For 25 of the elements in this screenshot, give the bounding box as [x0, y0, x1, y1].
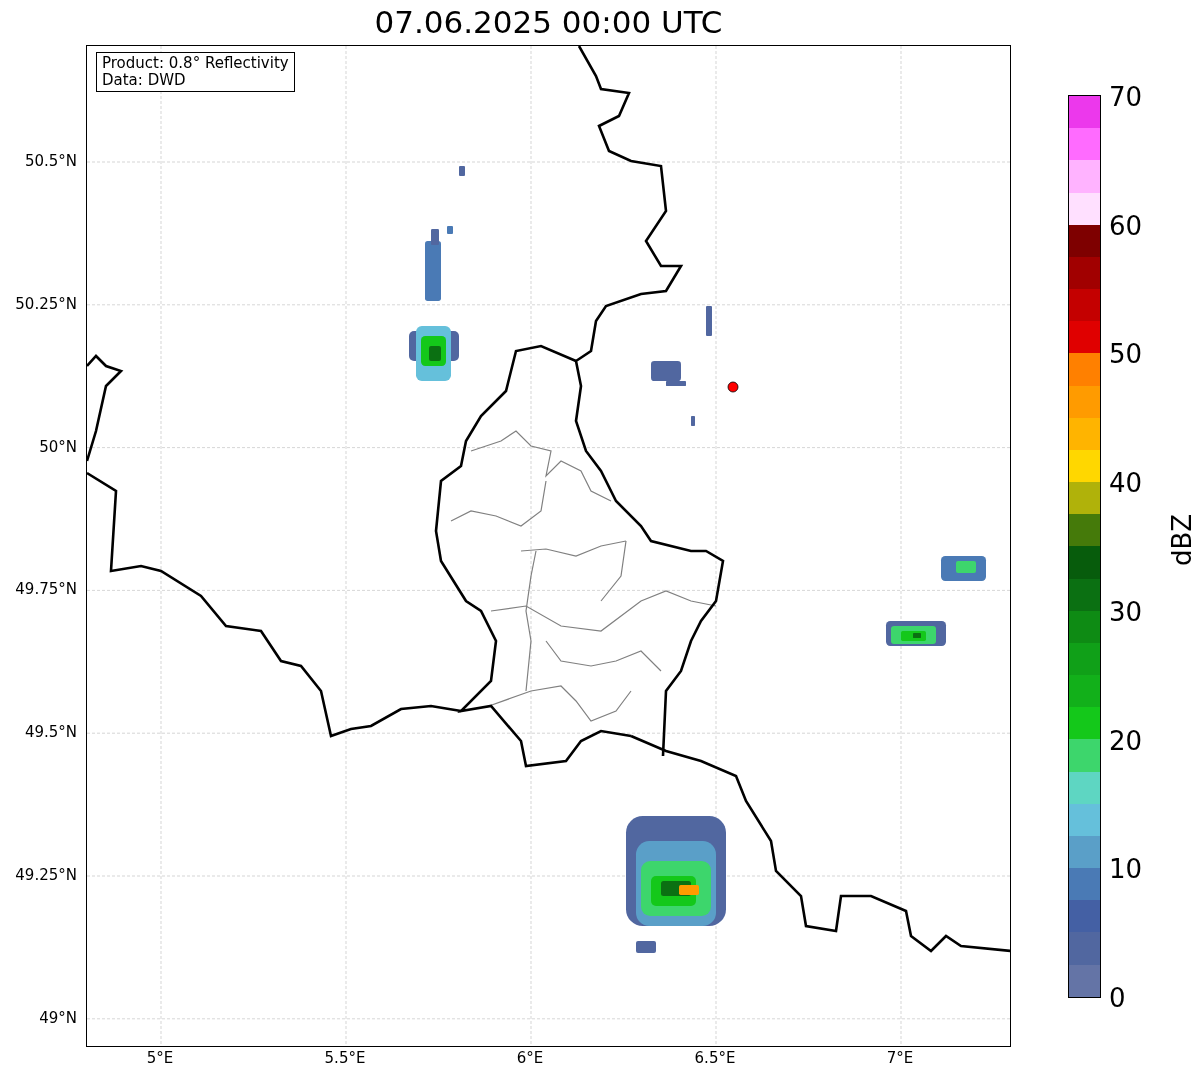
colorbar-tick-label: 20 [1109, 725, 1143, 756]
colorbar-tick-label: 60 [1109, 210, 1143, 241]
longitude-label: 6.5°E [694, 1049, 736, 1067]
radar-site-marker [727, 381, 739, 393]
longitude-label: 5.5°E [324, 1049, 366, 1067]
colorbar-tick-label: 40 [1109, 468, 1143, 499]
latitude-label: 50.25°N [15, 294, 77, 313]
colorbar-label: dBZ [1167, 513, 1198, 567]
longitude-label: 6°E [516, 1049, 544, 1067]
colorbar-tick-label: 30 [1109, 596, 1143, 627]
latitude-label: 50°N [39, 437, 77, 456]
colorbar-tick-label: 0 [1109, 983, 1126, 1013]
info-text: Data: DWD [102, 72, 187, 89]
longitude-label: 7°E [886, 1049, 914, 1067]
colorbar-tick-label: 50 [1109, 339, 1143, 370]
chart-title: 07.06.2025 00:00 UTC [373, 3, 724, 42]
latitude-label: 49.75°N [15, 580, 77, 599]
latitude-label: 50.5°N [24, 152, 77, 170]
longitude-label: 5°E [146, 1049, 174, 1067]
info-text: Product: 0.8° Reflectivity [102, 55, 289, 72]
colorbar-tick-label: 10 [1109, 854, 1143, 885]
latitude-label: 49.25°N [15, 866, 77, 884]
latitude-label: 49°N [39, 1008, 77, 1027]
colorbar-tick-label: 70 [1109, 82, 1143, 112]
latitude-label: 49.5°N [24, 723, 77, 742]
